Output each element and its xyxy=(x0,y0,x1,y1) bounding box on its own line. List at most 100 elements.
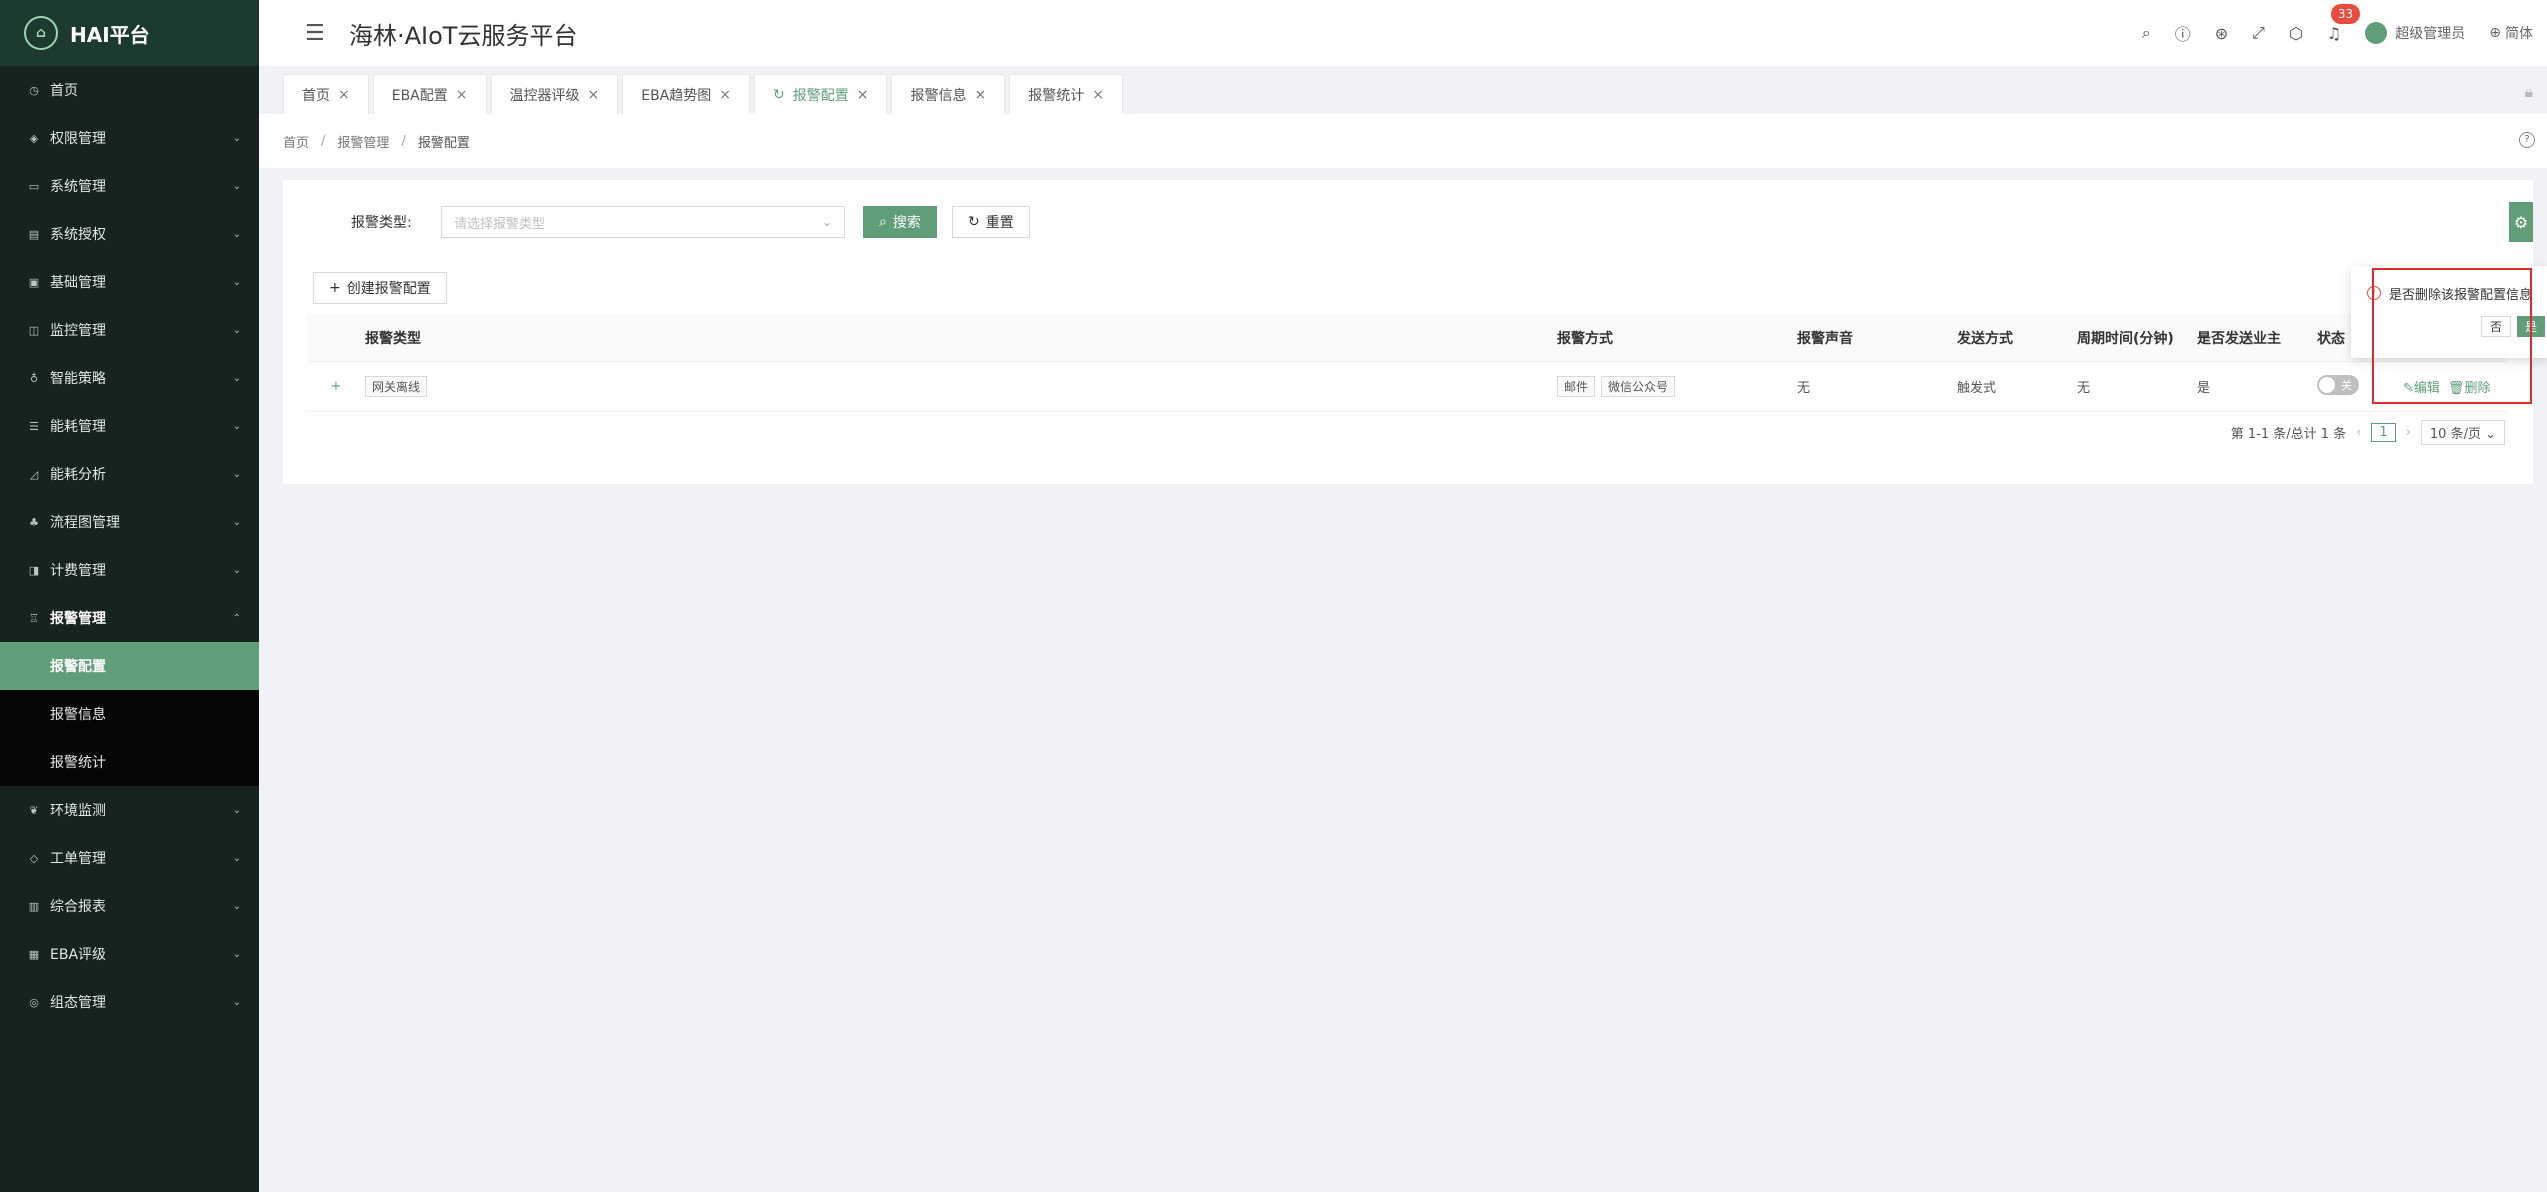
create-alarm-config-button[interactable]: + 创建报警配置 xyxy=(313,272,447,304)
bell-icon[interactable]: ♫ 33 xyxy=(2327,3,2361,43)
cube-icon[interactable]: ⬡ xyxy=(2289,24,2303,43)
reset-button[interactable]: ↻ 重置 xyxy=(952,206,1030,238)
shield-icon: ◈ xyxy=(29,131,39,145)
chevron-down-icon: ⌄ xyxy=(232,276,241,288)
search-button[interactable]: ⌕ 搜索 xyxy=(863,206,937,238)
sidebar-item-system[interactable]: ▭ 系统管理 ⌄ xyxy=(0,162,259,210)
tab-thermostat-rating[interactable]: 温控器评级 × xyxy=(490,74,619,114)
close-icon[interactable]: × xyxy=(1092,87,1104,103)
fullscreen-icon[interactable]: ⤢ xyxy=(2252,23,2265,43)
sidebar-item-home[interactable]: ◷ 首页 xyxy=(0,66,259,114)
close-icon[interactable]: × xyxy=(588,87,600,103)
breadcrumb-separator: / xyxy=(321,133,326,149)
sidebar-item-energy-analysis[interactable]: ◿ 能耗分析 ⌄ xyxy=(0,450,259,498)
delete-action[interactable]: 🗑︎删除 xyxy=(2448,381,2491,396)
menu-collapse-icon[interactable]: ☰ xyxy=(305,21,325,46)
help-icon[interactable]: ⓘ xyxy=(2175,21,2191,45)
column-header: 发送方式 xyxy=(1957,330,2013,347)
page-size-select[interactable]: 10 条/页 ⌄ xyxy=(2420,420,2505,445)
close-icon[interactable]: × xyxy=(719,87,731,103)
alarm-type-cell: 网关离线 xyxy=(365,376,1557,397)
toggle-label: 关 xyxy=(2341,378,2352,392)
breadcrumb-home[interactable]: 首页 xyxy=(283,132,309,151)
lock-icon[interactable]: 🔒︎ xyxy=(2524,82,2533,102)
chevron-down-icon: ⌄ xyxy=(232,228,241,240)
close-icon[interactable]: × xyxy=(857,87,869,103)
tab-eba-config[interactable]: EBA配置 × xyxy=(372,74,487,114)
column-header: 报警类型 xyxy=(365,330,421,347)
status-toggle[interactable]: 关 xyxy=(2317,374,2359,395)
tab-alarm-config[interactable]: ↻ 报警配置 × xyxy=(754,74,888,114)
reset-button-label: 重置 xyxy=(985,215,1014,231)
sidebar-item-flow[interactable]: ♣ 流程图管理 ⌄ xyxy=(0,498,259,546)
github-icon[interactable]: ⊛ xyxy=(2215,24,2228,43)
sidebar-item-monitor[interactable]: ◫ 监控管理 ⌄ xyxy=(0,306,259,354)
camera-icon: ◫ xyxy=(28,323,40,337)
settings-icon[interactable]: ⚙ xyxy=(2509,202,2533,242)
tab-alarm-info[interactable]: 报警信息 × xyxy=(891,74,1006,114)
close-icon[interactable]: × xyxy=(456,87,468,103)
confirm-button[interactable]: 是 xyxy=(2517,316,2546,337)
method-tag: 微信公众号 xyxy=(1601,376,1676,397)
sidebar-item-alarm[interactable]: ♖ 报警管理 ⌃ xyxy=(0,594,259,642)
page-tabs: 首页 × EBA配置 × 温控器评级 × EBA趋势图 × ↻ 报警配置 × 报警信息 × 报… xyxy=(259,66,2547,114)
pagination-summary: 第 1-1 条/总计 1 条 xyxy=(2230,427,2347,442)
sidebar-subitem-alarm-info[interactable]: 报警信息 xyxy=(0,690,259,738)
tab-home[interactable]: 首页 × xyxy=(283,74,369,114)
sidebar-item-eba[interactable]: ▦ EBA评级 ⌄ xyxy=(0,930,259,978)
sidebar-item-basic[interactable]: ▣ 基础管理 ⌄ xyxy=(0,258,259,306)
delete-label: 删除 xyxy=(2464,381,2491,396)
alarm-config-table: 报警类型 报警方式 报警声音 发送方式 周期时间(分钟) 是否发送业主 状态 +… xyxy=(307,314,2507,412)
expand-row-button[interactable]: + xyxy=(307,379,365,394)
warning-icon: ! xyxy=(2367,286,2381,300)
popover-message: 是否删除该报警配置信息 xyxy=(2389,288,2533,303)
chevron-down-icon: ⌄ xyxy=(232,324,241,336)
sidebar-item-workorder[interactable]: ◇ 工单管理 ⌄ xyxy=(0,834,259,882)
brand-logo[interactable]: ⌂ HAI平台 xyxy=(0,0,259,66)
close-icon[interactable]: × xyxy=(338,87,350,103)
trash-icon: 🗑︎ xyxy=(2447,381,2465,396)
sidebar-item-config[interactable]: ◎ 组态管理 ⌄ xyxy=(0,978,259,1026)
layers-icon: ◇ xyxy=(29,851,39,865)
actions-cell: ✎编辑 🗑︎删除 xyxy=(2403,377,2507,396)
sidebar-subitem-alarm-config[interactable]: 报警配置 xyxy=(0,642,259,690)
question-icon[interactable]: ? xyxy=(2519,132,2535,148)
search-icon[interactable]: ⌕ xyxy=(2142,23,2151,43)
tab-alarm-stats[interactable]: 报警统计 × xyxy=(1009,74,1123,114)
chevron-down-icon: ⌄ xyxy=(232,468,241,480)
billing-icon: ◨ xyxy=(28,563,40,577)
next-page-icon[interactable]: › xyxy=(2406,425,2411,440)
sidebar: ⌂ HAI平台 ◷ 首页 ◈ 权限管理 ⌄ ▭ 系统管理 ⌄ ▤ 系统授权 ⌄ ▣ 基础管理 ⌄ … xyxy=(0,0,259,1192)
cancel-button[interactable]: 否 xyxy=(2481,316,2512,337)
home-icon: ◷ xyxy=(29,83,39,97)
tab-eba-trend[interactable]: EBA趋势图 × xyxy=(622,74,750,114)
page-number[interactable]: 1 xyxy=(2371,423,2396,442)
chevron-down-icon: ⌄ xyxy=(2485,427,2496,442)
tab-label: EBA趋势图 xyxy=(641,87,712,104)
user-menu[interactable]: 超级管理员 xyxy=(2365,22,2465,44)
refresh-icon[interactable]: ↻ xyxy=(773,87,785,103)
sidebar-item-strategy[interactable]: ♁ 智能策略 ⌄ xyxy=(0,354,259,402)
breadcrumb-parent[interactable]: 报警管理 xyxy=(337,132,389,151)
sidebar-subitem-alarm-stats[interactable]: 报警统计 xyxy=(0,738,259,786)
prev-page-icon[interactable]: ‹ xyxy=(2356,425,2361,440)
delete-confirm-popover: ! 是否删除该报警配置信息 否 是 xyxy=(2351,266,2547,358)
chevron-down-icon: ⌄ xyxy=(232,180,241,192)
sidebar-item-permissions[interactable]: ◈ 权限管理 ⌄ xyxy=(0,114,259,162)
sidebar-item-environment[interactable]: ❦ 环境监测 ⌄ xyxy=(0,786,259,834)
leaf-icon: ❦ xyxy=(29,803,39,817)
edit-action[interactable]: ✎编辑 xyxy=(2403,381,2440,396)
close-icon[interactable]: × xyxy=(974,87,986,103)
sidebar-item-license[interactable]: ▤ 系统授权 ⌄ xyxy=(0,210,259,258)
tab-label: 首页 xyxy=(302,87,330,104)
language-switch[interactable]: ⊕ 简体 xyxy=(2489,23,2533,43)
alarm-type-select[interactable]: 请选择报警类型 ⌄ xyxy=(441,206,845,238)
sidebar-item-billing[interactable]: ◨ 计费管理 ⌄ xyxy=(0,546,259,594)
monitor-icon: ▭ xyxy=(28,179,40,193)
search-button-label: 搜索 xyxy=(892,215,921,231)
tab-label: 报警统计 xyxy=(1028,87,1085,104)
sidebar-item-energy[interactable]: ☰ 能耗管理 ⌄ xyxy=(0,402,259,450)
sidebar-item-reports[interactable]: ▥ 综合报表 ⌄ xyxy=(0,882,259,930)
app-title: 海林·AIoT云服务平台 xyxy=(349,21,578,50)
config-icon: ◎ xyxy=(29,995,39,1009)
